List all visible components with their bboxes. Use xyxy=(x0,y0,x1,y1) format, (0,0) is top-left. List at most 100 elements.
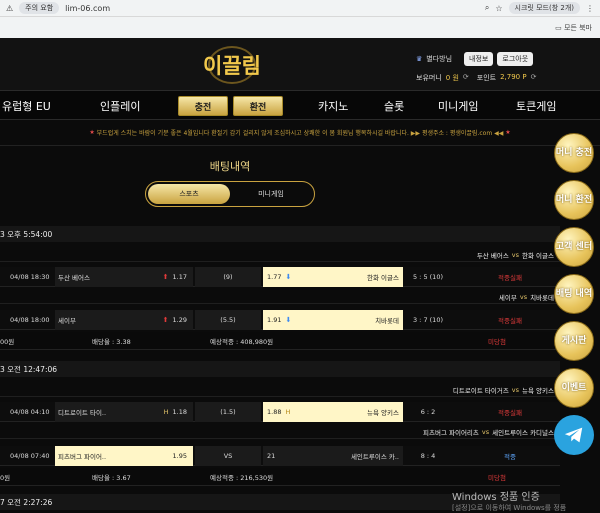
refresh-point-icon[interactable]: ⟳ xyxy=(531,73,537,83)
point-value: 2,790 P xyxy=(500,73,527,81)
tab-minigame[interactable]: 미니게임 xyxy=(230,184,312,204)
nav-minigame[interactable]: 미니게임 xyxy=(438,98,478,114)
bet-status: 미당첨 xyxy=(488,338,506,346)
arrow-up-icon: ⬆ xyxy=(162,273,169,281)
selected-team[interactable]: 1.77 ⬇ 한화 이글스 xyxy=(263,267,403,287)
game-time: 04/08 07:40 xyxy=(10,452,50,460)
bet-date: 3 오후 5:54:00 xyxy=(0,226,560,242)
notice-text: 부드럽게 스치는 바람이 기분 좋은 4월입니다 환절기 감기 걸리지 않게 조… xyxy=(96,130,504,137)
bet-amount: 00원 xyxy=(0,338,15,346)
home-team-name: 피츠버그 파이어리츠 xyxy=(423,428,479,437)
away-team-name: 한화 이글스 xyxy=(522,251,554,260)
vs-label: vs xyxy=(511,250,520,259)
game-time: 04/08 18:00 xyxy=(10,316,50,324)
result-badge: 적중 xyxy=(504,453,516,461)
home-team[interactable]: 두산 베어스 ⬆ 1.17 xyxy=(55,267,193,287)
selected-team[interactable]: 1.91 ⬇ 치바롯데 xyxy=(263,310,403,330)
refresh-cash-icon[interactable]: ⟳ xyxy=(463,73,469,83)
vs-label: vs xyxy=(511,385,520,394)
sidebar-deposit-button[interactable]: 머니 충전 xyxy=(554,133,594,173)
folder-icon: ▭ xyxy=(555,23,564,32)
nav-inplay[interactable]: 인플레이 xyxy=(100,98,140,114)
handicap-line[interactable]: (5.5) xyxy=(195,310,261,330)
zoom-icon[interactable]: ⌕ xyxy=(485,3,489,13)
away-team-name: 뉴욕 양키스 xyxy=(522,386,554,395)
all-bookmarks[interactable]: 모든 북마 xyxy=(564,23,592,33)
site-logo[interactable]: 이끌림 xyxy=(200,44,264,86)
tab-sports[interactable]: 스포츠 xyxy=(148,184,230,204)
vs-label: vs xyxy=(481,427,490,436)
star-icon[interactable]: ☆ xyxy=(495,4,502,13)
nav-eu[interactable]: 유럽형 EU xyxy=(2,98,51,114)
home-team-name: 두산 베어스 xyxy=(476,251,509,260)
nav-deposit-button[interactable]: 충전 xyxy=(178,96,228,116)
logout-button[interactable]: 로그아웃 xyxy=(497,52,534,66)
vs-cell[interactable]: VS xyxy=(195,446,261,466)
away-team[interactable]: 21 세인트루이스 카.. xyxy=(263,446,403,466)
menu-icon[interactable]: ⋮ xyxy=(586,4,594,13)
away-odds: 21 xyxy=(267,452,276,460)
bet-amount: 0원 xyxy=(0,474,11,482)
nav-slot[interactable]: 슬롯 xyxy=(384,98,404,114)
watermark-line1: Windows 정품 인증 xyxy=(452,492,540,503)
nav-withdraw-button[interactable]: 환전 xyxy=(233,96,283,116)
handicap-icon: H xyxy=(163,408,169,416)
result-badge: 적중실패 xyxy=(498,274,522,282)
handicap-line[interactable]: (1.5) xyxy=(195,402,261,422)
back-icon[interactable]: ⚠ xyxy=(6,4,13,13)
sidebar-board-button[interactable]: 게시판 xyxy=(554,321,594,361)
history-tabs: 스포츠 미니게임 xyxy=(145,181,315,207)
home-team[interactable]: 세이부 ⬆ 1.29 xyxy=(55,310,193,330)
incognito-badge[interactable]: 시크릿 모드(창 2개) xyxy=(508,2,580,14)
bet-row: 04/08 18:00 세이부 ⬆ 1.29 (5.5) 1.91 ⬇ 치바롯데 3 :… xyxy=(0,310,560,330)
bet-date: 3 오전 12:47:06 xyxy=(0,361,560,377)
score: 8 : 4 xyxy=(420,452,436,460)
match-header: 디트로이트 타이거즈 vs 뉴욕 양키스 xyxy=(0,383,560,397)
home-team[interactable]: 디트로이트 타이.. H 1.18 xyxy=(55,402,193,422)
nav-casino[interactable]: 카지노 xyxy=(318,98,348,114)
nav-token[interactable]: 토큰게임 xyxy=(516,98,556,114)
result-badge: 적중실패 xyxy=(498,409,522,417)
site-header: 이끌림 ♛ 별다방님 내정보 로그아웃 보유머니 0 원 ⟳ 포인트 2,790… xyxy=(0,38,600,90)
home-team[interactable]: 피츠버그 파이어.. 1.95 xyxy=(55,446,193,466)
cash-value: 0 원 xyxy=(445,74,459,82)
away-label: 세인트루이스 카.. xyxy=(350,453,399,461)
home-team-name: 디트로이트 타이거즈 xyxy=(452,386,509,395)
match-header: 두산 베어스 vs 한화 이글스 xyxy=(0,248,560,262)
browser-chrome: ⚠ 주의 요함 lim-06.com ⌕ ☆ 시크릿 모드(창 2개) ⋮ ▭ … xyxy=(0,0,600,38)
page-title: 배팅내역 xyxy=(209,160,251,173)
main-nav: 유럽형 EU 인플레이 충전 환전 카지노 슬롯 미니게임 토큰게임 xyxy=(0,90,600,120)
arrow-up-icon: ⬆ xyxy=(162,316,169,324)
bet-status: 미당첨 xyxy=(488,474,506,482)
telegram-icon[interactable] xyxy=(554,415,594,455)
total-odds: 배당율 : 3.67 xyxy=(92,474,131,482)
away-team-name: 세인트루이스 카디널스 xyxy=(492,428,554,437)
sidebar-support-button[interactable]: 고객 센터 xyxy=(554,227,594,267)
address-bar[interactable]: ⚠ 주의 요함 lim-06.com ⌕ ☆ 시크릿 모드(창 2개) ⋮ xyxy=(0,0,600,16)
bet-summary: 00원 배당율 : 3.38 예상적중 : 408,980원 미당첨 xyxy=(0,332,560,350)
url-text[interactable]: lim-06.com xyxy=(65,4,110,13)
security-notice[interactable]: 주의 요함 xyxy=(19,2,60,14)
bet-summary: 0원 배당율 : 3.67 예상적중 : 216,530원 미당첨 xyxy=(0,468,560,486)
level-badge-icon: ♛ xyxy=(416,55,423,63)
score: 5 : 5 (10) xyxy=(412,273,443,281)
sidebar-withdraw-button[interactable]: 머니 환전 xyxy=(554,180,594,220)
home-label: 피츠버그 파이어.. xyxy=(58,453,107,461)
selected-odds: 1.88 xyxy=(267,408,282,416)
home-label: 두산 베어스 xyxy=(58,274,90,282)
sidebar-history-button[interactable]: 배팅 내역 xyxy=(554,274,594,314)
cash-label: 보유머니 xyxy=(416,74,442,82)
expected-win: 예상적중 : 216,530원 xyxy=(210,474,274,482)
mypage-button[interactable]: 내정보 xyxy=(464,52,494,66)
expected-win: 예상적중 : 408,980원 xyxy=(210,338,274,346)
selected-team[interactable]: 1.88 H 뉴욕 양키스 xyxy=(263,402,403,422)
handicap-line[interactable]: (9) xyxy=(195,267,261,287)
sidebar-event-button[interactable]: 이벤트 xyxy=(554,368,594,408)
home-label: 세이부 xyxy=(58,317,76,325)
selected-odds: 1.77 xyxy=(267,273,282,281)
bet-row: 04/08 18:30 두산 베어스 ⬆ 1.17 (9) 1.77 ⬇ 한화 이글스 … xyxy=(0,267,560,287)
match-header: 피츠버그 파이어리츠 vs 세인트루이스 카디널스 xyxy=(0,425,560,439)
bet-row: 04/08 04:10 디트로이트 타이.. H 1.18 (1.5) 1.88 H 뉴… xyxy=(0,402,560,422)
star-icon: ★ xyxy=(89,129,97,136)
star-icon: ★ xyxy=(503,129,511,136)
